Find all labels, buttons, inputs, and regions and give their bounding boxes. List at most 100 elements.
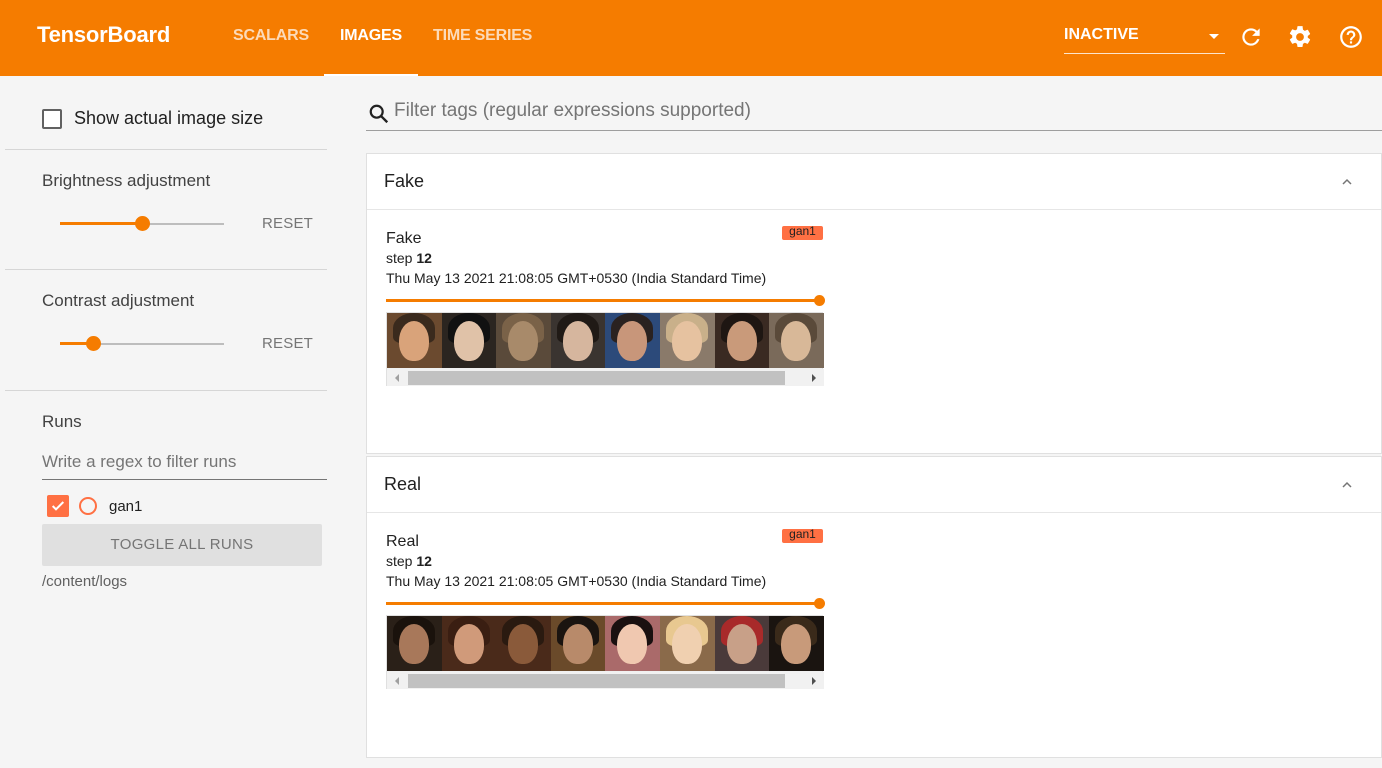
card-title: Real (384, 474, 422, 494)
thumbnail-shape (399, 321, 429, 361)
step-slider-thumb[interactable] (814, 295, 825, 306)
runs-filter-placeholder: Write a regex to filter runs (42, 452, 237, 471)
scroll-left-icon[interactable] (395, 677, 399, 685)
scrollbar-thumb[interactable] (408, 674, 785, 688)
contrast-section (5, 270, 327, 391)
scroll-left-icon[interactable] (395, 374, 399, 382)
image-strip (386, 312, 824, 386)
panel-tag-name: Fake (386, 230, 422, 247)
top-app-bar: TensorBoard SCALARS IMAGES TIME SERIES I… (0, 0, 1382, 76)
slider-thumb[interactable] (85, 336, 101, 351)
card-header[interactable]: Real (367, 457, 1381, 513)
image-thumbnail (441, 313, 497, 368)
tag-filter-bar (366, 96, 1382, 131)
step-value: 12 (416, 553, 432, 569)
thumbnail-shape (399, 624, 429, 664)
image-thumbnail (769, 616, 824, 671)
step-slider-thumb[interactable] (814, 598, 825, 609)
brightness-section (5, 150, 327, 270)
image-thumbnail (714, 313, 770, 368)
image-thumbnail (605, 313, 660, 368)
show-actual-size-label: Show actual image size (74, 108, 264, 128)
thumbnail-shape (781, 321, 812, 361)
help-icon-svg (1340, 26, 1362, 48)
card-header[interactable]: Fake (367, 154, 1381, 210)
step-slider[interactable] (386, 598, 825, 610)
step-text: step (386, 553, 413, 569)
timestamp: Thu May 13 2021 21:08:05 GMT+0530 (India… (386, 573, 767, 589)
scroll-right-icon[interactable] (812, 374, 816, 382)
thumbnail-shape (671, 624, 702, 664)
scrollbar-thumb[interactable] (408, 371, 785, 385)
scroll-right-icon[interactable] (812, 677, 816, 685)
thumbnail-shape (508, 624, 539, 664)
image-thumbnail (496, 616, 551, 671)
image-thumbnail (496, 313, 551, 368)
timestamp: Thu May 13 2021 21:08:05 GMT+0530 (India… (386, 270, 767, 286)
step-text: step (386, 250, 413, 266)
contrast-reset-button[interactable]: RESET (262, 335, 313, 352)
brightness-reset-button[interactable]: RESET (262, 215, 313, 232)
run-checkbox[interactable] (47, 495, 69, 517)
show-actual-size-checkbox[interactable]: Show actual image size (42, 108, 263, 129)
thumbnail-shape (562, 624, 593, 664)
chevron-up-icon[interactable] (1339, 477, 1355, 493)
card-title: Fake (384, 171, 425, 191)
reload-status-select[interactable]: INACTIVE (1064, 24, 1225, 54)
search-icon (369, 104, 389, 124)
checkbox-box[interactable] (42, 108, 62, 129)
image-thumbnail (387, 313, 442, 368)
horizontal-scrollbar[interactable] (387, 672, 824, 689)
runs-filter-input[interactable]: Write a regex to filter runs (42, 452, 327, 480)
thumbnail-shape (781, 624, 812, 664)
thumbnail-shape (453, 321, 484, 361)
tab-scalars[interactable]: SCALARS (222, 0, 324, 76)
slider-fill (60, 222, 142, 225)
app-brand: TensorBoard (37, 22, 171, 47)
dropdown-caret-icon (1209, 34, 1219, 39)
checkmark-icon (51, 501, 65, 511)
run-badge: gan1 (782, 225, 823, 240)
image-thumbnail (550, 313, 606, 368)
image-thumbnail (387, 616, 442, 671)
image-thumbnail (769, 313, 824, 368)
run-badge: gan1 (782, 528, 823, 543)
image-thumbnail (659, 313, 715, 368)
tab-time-series[interactable]: TIME SERIES (418, 0, 558, 76)
thumbnail-shape (726, 321, 757, 361)
step-label: step 12 (386, 553, 432, 569)
plugin-tabs: SCALARS IMAGES TIME SERIES (222, 0, 558, 76)
contrast-slider[interactable] (60, 336, 224, 352)
slider-thumb[interactable] (135, 216, 150, 231)
run-color-circle-icon[interactable] (79, 497, 97, 515)
image-thumbnail (441, 616, 497, 671)
horizontal-scrollbar[interactable] (387, 369, 824, 386)
step-value: 12 (416, 250, 432, 266)
step-label: step 12 (386, 250, 432, 266)
tab-images[interactable]: IMAGES (324, 0, 418, 76)
brightness-slider[interactable] (60, 216, 224, 232)
tag-card-real: Real Real gan1 step 12 Thu May 13 2021 2… (366, 456, 1382, 758)
run-item[interactable]: gan1 (47, 495, 142, 517)
image-grid (387, 616, 824, 671)
step-slider[interactable] (386, 295, 825, 307)
sidebar: Show actual image size Brightness adjust… (0, 76, 350, 768)
refresh-icon[interactable] (1238, 24, 1264, 50)
chevron-up-icon[interactable] (1339, 174, 1355, 190)
thumbnail-shape (508, 321, 539, 361)
tag-filter-input[interactable] (394, 100, 1294, 122)
toggle-all-runs-button[interactable]: TOGGLE ALL RUNS (42, 524, 322, 566)
image-thumbnail (550, 616, 606, 671)
image-strip (386, 615, 824, 689)
thumbnail-shape (617, 321, 648, 361)
help-icon[interactable] (1338, 24, 1364, 50)
image-thumbnail (659, 616, 715, 671)
thumbnail-shape (671, 321, 702, 361)
image-grid (387, 313, 824, 368)
thumbnail-shape (617, 624, 648, 664)
contrast-label: Contrast adjustment (42, 291, 195, 310)
image-thumbnail (714, 616, 770, 671)
settings-gear-icon[interactable] (1287, 24, 1313, 50)
brightness-label: Brightness adjustment (42, 171, 211, 190)
logdir-path: /content/logs (42, 573, 128, 590)
